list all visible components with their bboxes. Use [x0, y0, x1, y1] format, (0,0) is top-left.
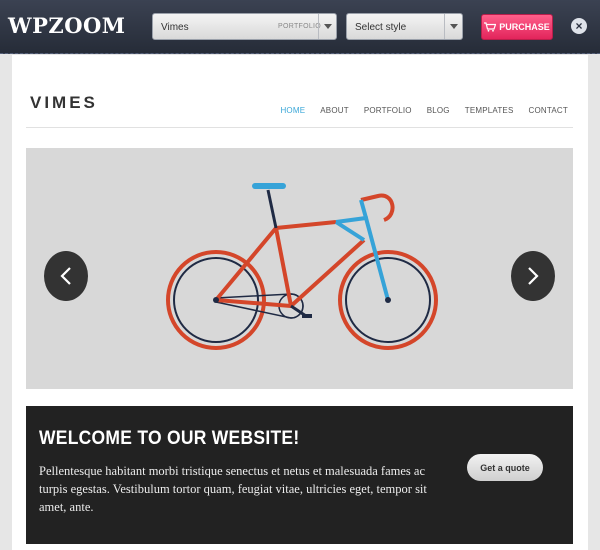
theme-select-tag: PORTFOLIO — [278, 23, 322, 30]
wpzoom-logo[interactable]: WPZOOM — [8, 13, 126, 38]
chevron-down-icon — [444, 14, 462, 39]
chevron-down-icon — [318, 14, 336, 39]
chevron-left-icon — [60, 267, 71, 285]
purchase-label: PURCHASE — [499, 22, 550, 32]
site-title[interactable]: VIMES — [30, 93, 98, 113]
main-nav: HOME ABOUT PORTFOLIO BLOG TEMPLATES CONT… — [280, 106, 568, 115]
theme-select-value: Vimes — [161, 22, 189, 33]
slider-next-button[interactable] — [511, 251, 555, 301]
nav-item-home[interactable]: HOME — [280, 106, 305, 115]
get-quote-button[interactable]: Get a quote — [467, 454, 543, 481]
nav-item-blog[interactable]: BLOG — [427, 106, 450, 115]
header-divider — [26, 127, 573, 128]
style-select-value: Select style — [355, 22, 407, 33]
nav-item-templates[interactable]: TEMPLATES — [465, 106, 514, 115]
nav-item-portfolio[interactable]: PORTFOLIO — [364, 106, 412, 115]
welcome-heading: WELCOME TO OUR WEBSITE! — [39, 428, 300, 449]
nav-item-contact[interactable]: CONTACT — [529, 106, 568, 115]
site-page: VIMES HOME ABOUT PORTFOLIO BLOG TEMPLATE… — [12, 55, 588, 550]
slider-prev-button[interactable] — [44, 251, 88, 301]
chevron-right-icon — [528, 267, 539, 285]
purchase-button[interactable]: PURCHASE — [481, 14, 553, 40]
welcome-text: Pellentesque habitant morbi tristique se… — [39, 464, 427, 514]
close-icon[interactable]: × — [571, 18, 587, 34]
welcome-section: WELCOME TO OUR WEBSITE! Pellentesque hab… — [26, 406, 573, 544]
theme-select[interactable]: Vimes PORTFOLIO — [152, 13, 337, 40]
bicycle-illustration — [166, 183, 438, 350]
demo-bar: WPZOOM Vimes PORTFOLIO Select style PURC… — [0, 0, 600, 54]
style-select[interactable]: Select style — [346, 13, 463, 40]
cart-icon — [484, 22, 497, 32]
nav-item-about[interactable]: ABOUT — [320, 106, 349, 115]
hero-slider[interactable] — [26, 148, 573, 389]
